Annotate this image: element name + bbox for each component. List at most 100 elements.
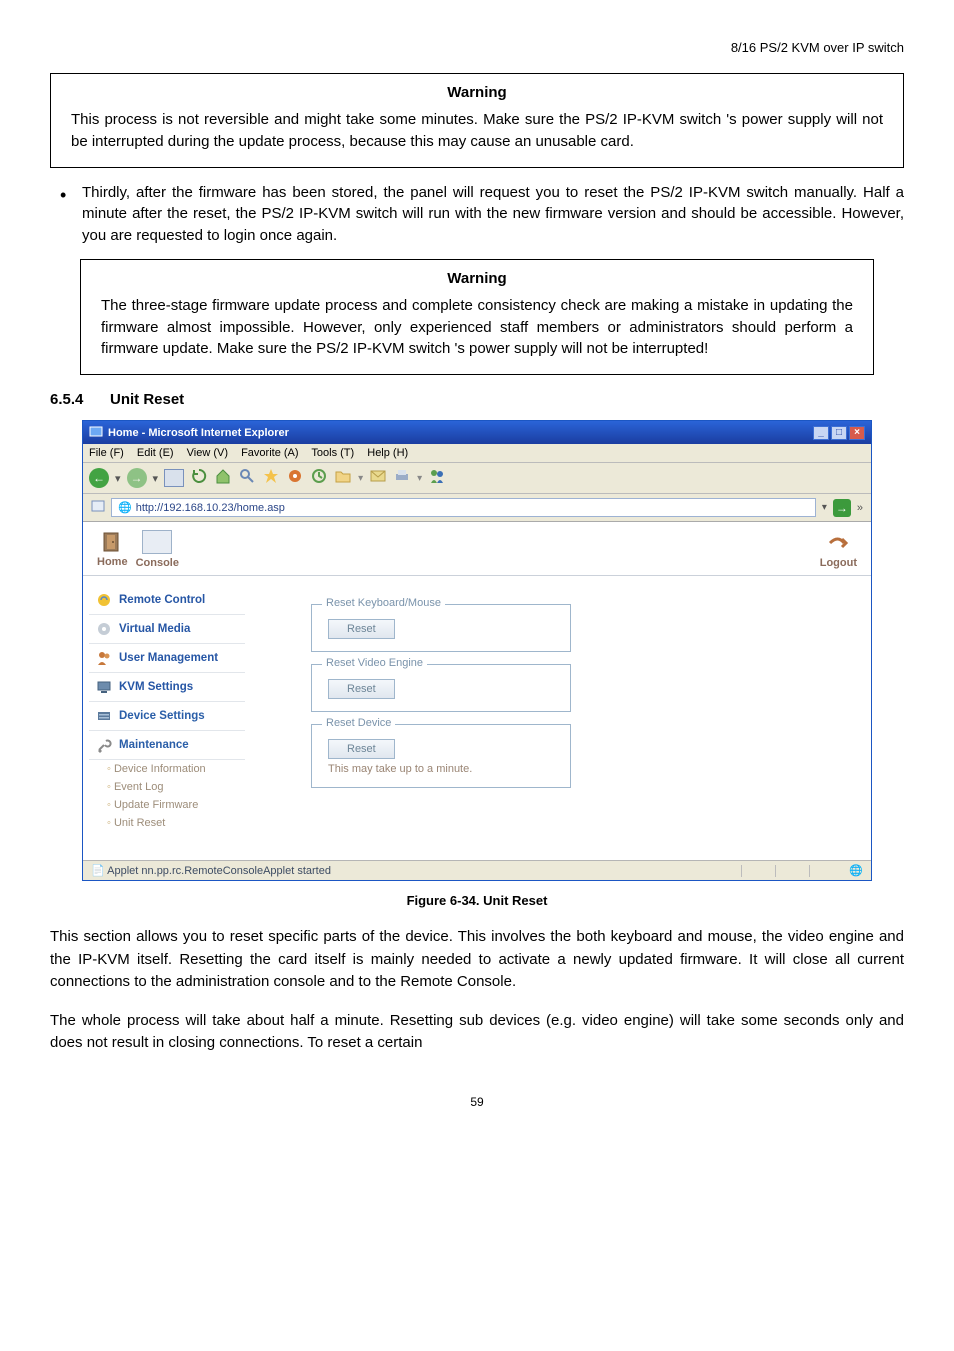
media-icon[interactable] [286, 467, 304, 489]
console-nav[interactable]: Console [136, 530, 179, 569]
sidebar-item-user-management[interactable]: User Management [89, 644, 245, 673]
menu-edit[interactable]: Edit (E) [137, 447, 174, 459]
legend-kb: Reset Keyboard/Mouse [322, 597, 445, 609]
toolbar-sep: ▾ [115, 472, 121, 485]
sidebar-label-usermgmt: User Management [119, 652, 218, 664]
reset-keyboard-mouse-panel: Reset Keyboard/Mouse Reset [311, 604, 571, 652]
bullet-marker: • [60, 182, 82, 247]
menu-favorite[interactable]: Favorite (A) [241, 447, 298, 459]
devset-icon [95, 707, 113, 725]
section-number: 6.5.4 [50, 391, 110, 408]
reset-video-button[interactable]: Reset [328, 679, 395, 699]
maint-icon [95, 736, 113, 754]
minimize-button[interactable]: _ [813, 426, 829, 440]
page-icon: 🌐 [118, 502, 132, 514]
address-dropdown-icon[interactable]: ▾ [822, 502, 827, 513]
warning2-title: Warning [101, 270, 853, 287]
home-label: Home [97, 556, 128, 568]
ie-window: Home - Microsoft Internet Explorer _ □ ×… [82, 420, 872, 881]
status-seg-2 [775, 865, 805, 877]
messenger-icon[interactable] [428, 467, 446, 489]
refresh-icon[interactable] [190, 467, 208, 489]
logout-label: Logout [820, 557, 857, 569]
reset-device-note: This may take up to a minute. [328, 763, 554, 775]
favorites-icon[interactable] [262, 467, 280, 489]
console-icon [142, 530, 172, 554]
warning-box-2: Warning The three-stage firmware update … [80, 259, 874, 375]
usermgmt-icon [95, 649, 113, 667]
sidebar-item-maintenance[interactable]: Maintenance [89, 731, 245, 760]
forward-button[interactable]: → [127, 468, 147, 488]
sidebar-label-vmedia: Virtual Media [119, 623, 190, 635]
bullet-text: Thirdly, after the firmware has been sto… [82, 182, 904, 247]
sidebar-sub-unit-reset[interactable]: ◦ Unit Reset [89, 814, 245, 832]
mail-icon[interactable] [369, 467, 387, 489]
ie-window-title: Home - Microsoft Internet Explorer [108, 427, 289, 439]
screenshot-wrap: Home - Microsoft Internet Explorer _ □ ×… [82, 420, 872, 881]
address-label-icon [91, 499, 105, 516]
toolbar-sep2: ▾ [153, 472, 159, 485]
page-number: 59 [50, 1095, 904, 1109]
print-icon[interactable] [393, 467, 411, 489]
stop-button[interactable] [164, 469, 184, 487]
app-top-strip: Home Console Logout [83, 522, 871, 576]
menu-file[interactable]: File (F) [89, 447, 124, 459]
home-nav[interactable]: Home [97, 531, 128, 568]
warning1-title: Warning [71, 84, 883, 101]
reset-kb-button[interactable]: Reset [328, 619, 395, 639]
links-chevron-icon[interactable]: » [857, 502, 863, 514]
warning-box-1: Warning This process is not reversible a… [50, 73, 904, 168]
address-text: http://192.168.10.23/home.asp [136, 502, 285, 514]
toolbar-sep3: ▾ [358, 473, 363, 484]
reset-device-button[interactable]: Reset [328, 739, 395, 759]
reset-device-panel: Reset Device Reset This may take up to a… [311, 724, 571, 788]
sidebar-label-kvm: KVM Settings [119, 681, 193, 693]
folder-icon[interactable] [334, 467, 352, 489]
sidebar-sub-event-log[interactable]: ◦ Event Log [89, 778, 245, 796]
logout-icon [825, 532, 851, 554]
home-icon[interactable] [214, 467, 232, 489]
door-icon [99, 531, 125, 553]
menu-tools[interactable]: Tools (T) [311, 447, 354, 459]
section-heading: 6.5.4Unit Reset [50, 391, 904, 408]
menu-view[interactable]: View (V) [187, 447, 228, 459]
main-pane: Reset Keyboard/Mouse Reset Reset Video E… [251, 576, 871, 860]
sidebar-sub-device-info[interactable]: ◦ Device Information [89, 760, 245, 778]
sidebar-label-remote: Remote Control [119, 594, 205, 606]
close-button[interactable]: × [849, 426, 865, 440]
address-field[interactable]: 🌐 http://192.168.10.23/home.asp [111, 498, 816, 517]
sidebar-item-remote-control[interactable]: Remote Control [89, 586, 245, 615]
sub-label-devinfo: Device Information [114, 763, 206, 775]
toolbar-sep4: ▾ [417, 473, 422, 484]
internet-zone-icon: 🌐 [849, 864, 863, 877]
sidebar-sub-update-firmware[interactable]: ◦ Update Firmware [89, 796, 245, 814]
warning2-body: The three-stage firmware update process … [101, 295, 853, 360]
vmedia-icon [95, 620, 113, 638]
ie-titlebar: Home - Microsoft Internet Explorer _ □ × [83, 421, 871, 444]
sub-label-updatefw: Update Firmware [114, 799, 198, 811]
sidebar: Remote Control Virtual Media User Manage… [83, 576, 251, 860]
doc-header: 8/16 PS/2 KVM over IP switch [50, 40, 904, 55]
status-seg-1 [741, 865, 771, 877]
go-button[interactable]: → [833, 499, 851, 517]
maximize-button[interactable]: □ [831, 426, 847, 440]
menu-help[interactable]: Help (H) [367, 447, 408, 459]
sub-label-eventlog: Event Log [114, 781, 164, 793]
ie-menubar[interactable]: File (F) Edit (E) View (V) Favorite (A) … [83, 444, 871, 463]
legend-video: Reset Video Engine [322, 657, 427, 669]
back-button[interactable]: ← [89, 468, 109, 488]
sidebar-label-devset: Device Settings [119, 710, 205, 722]
status-text: Applet nn.pp.rc.RemoteConsoleApplet star… [107, 865, 331, 877]
kvm-icon [95, 678, 113, 696]
status-seg-3 [809, 865, 839, 877]
sidebar-label-maint: Maintenance [119, 739, 189, 751]
search-icon[interactable] [238, 467, 256, 489]
console-label: Console [136, 557, 179, 569]
history-icon[interactable] [310, 467, 328, 489]
logout-nav[interactable]: Logout [820, 532, 857, 569]
warning1-body: This process is not reversible and might… [71, 109, 883, 153]
sidebar-item-kvm-settings[interactable]: KVM Settings [89, 673, 245, 702]
sidebar-item-device-settings[interactable]: Device Settings [89, 702, 245, 731]
ie-statusbar: 📄 Applet nn.pp.rc.RemoteConsoleApplet st… [83, 860, 871, 880]
sidebar-item-virtual-media[interactable]: Virtual Media [89, 615, 245, 644]
